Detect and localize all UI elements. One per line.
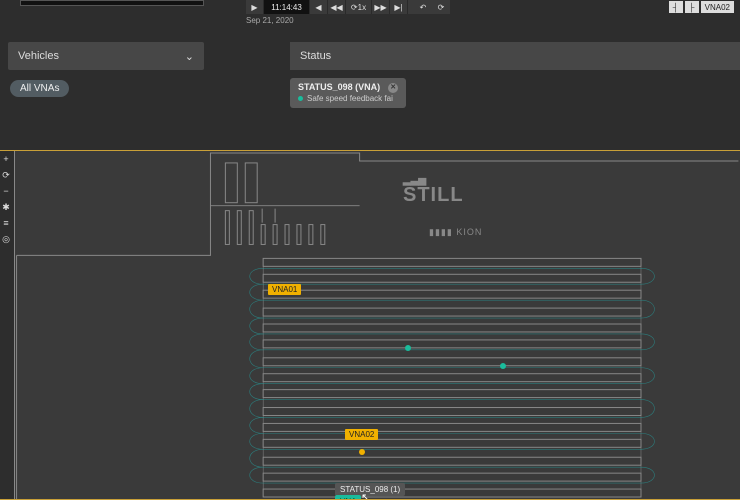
dock-left-button[interactable]: ┤ bbox=[669, 1, 683, 13]
vehicles-dropdown-label: Vehicles bbox=[18, 50, 59, 62]
speed-button[interactable]: ⟳1x bbox=[346, 0, 372, 14]
map-container: + ⟳ − ✱ ≡ ◎ bbox=[0, 150, 740, 500]
dock-right-button[interactable]: ├ bbox=[685, 1, 699, 13]
rewind-button[interactable]: ◀◀ bbox=[328, 0, 346, 14]
skip-end-button[interactable]: ▶| bbox=[390, 0, 408, 14]
playback-date: Sep 21, 2020 bbox=[246, 16, 294, 25]
vehicles-dropdown[interactable]: Vehicles ⌄ bbox=[8, 42, 204, 70]
step-back-button[interactable]: ◀ bbox=[310, 0, 328, 14]
vehicle-marker-vna01[interactable]: VNA01 bbox=[268, 284, 301, 295]
brand-main: STILL bbox=[403, 184, 464, 206]
map-node-icon[interactable] bbox=[405, 345, 411, 351]
layers-button[interactable]: ≡ bbox=[0, 217, 12, 229]
status-label: Status bbox=[300, 50, 331, 62]
status-panel-header: Status bbox=[290, 42, 740, 70]
status-chip[interactable]: STATUS_098 (VNA) ✕ Safe speed feedback f… bbox=[290, 78, 406, 108]
top-toolbar: ▶ 11:14:43 ◀ ◀◀ ⟳1x ▶▶ ▶| ↶ ⟳ Sep 21, 20… bbox=[0, 0, 740, 26]
chevron-down-icon: ⌄ bbox=[185, 50, 194, 63]
status-tooltip-sub: VNA bbox=[335, 495, 361, 499]
vehicle-marker-vna02[interactable]: VNA02 bbox=[345, 429, 378, 440]
settings-button[interactable]: ✱ bbox=[0, 201, 12, 213]
brand-logo: ▂▃▅ STILL bbox=[403, 175, 464, 207]
filter-row: Vehicles ⌄ Status All VNAs STATUS_098 (V… bbox=[0, 38, 740, 128]
map-side-tools: + ⟳ − ✱ ≡ ◎ bbox=[0, 151, 14, 245]
speed-cycle-icon: ⟳ bbox=[351, 3, 358, 12]
reset-view-button[interactable]: ⟳ bbox=[0, 169, 12, 181]
map-canvas[interactable]: ▂▃▅ STILL ▮▮▮▮ KION VNA01 VNA02 STATUS_0… bbox=[14, 151, 740, 499]
speed-value: 1x bbox=[358, 3, 366, 12]
zoom-in-button[interactable]: + bbox=[0, 153, 12, 165]
top-right-controls: ┤ ├ VNA02 bbox=[669, 0, 734, 14]
center-button[interactable]: ◎ bbox=[0, 233, 12, 245]
forward-button[interactable]: ▶▶ bbox=[372, 0, 390, 14]
floorplan-svg bbox=[15, 151, 740, 499]
status-chip-title: STATUS_098 (VNA) bbox=[298, 82, 380, 94]
play-button[interactable]: ▶ bbox=[246, 0, 264, 14]
refresh-button[interactable]: ⟳ bbox=[432, 0, 450, 14]
map-node-icon[interactable] bbox=[500, 363, 506, 369]
all-vnas-chip[interactable]: All VNAs bbox=[10, 80, 69, 97]
map-node-icon[interactable] bbox=[359, 449, 365, 455]
selected-vehicle-label[interactable]: VNA02 bbox=[701, 1, 734, 13]
undo-button[interactable]: ↶ bbox=[414, 0, 432, 14]
search-input[interactable] bbox=[20, 0, 204, 6]
playback-time[interactable]: 11:14:43 bbox=[264, 0, 310, 14]
brand-sublogo: ▮▮▮▮ KION bbox=[429, 227, 482, 238]
status-chip-subtitle: Safe speed feedback fai bbox=[307, 94, 393, 104]
zoom-out-button[interactable]: − bbox=[0, 185, 12, 197]
close-icon[interactable]: ✕ bbox=[388, 83, 398, 93]
status-dot-icon bbox=[298, 96, 303, 101]
playback-controls: ▶ 11:14:43 ◀ ◀◀ ⟳1x ▶▶ ▶| ↶ ⟳ bbox=[246, 0, 450, 14]
